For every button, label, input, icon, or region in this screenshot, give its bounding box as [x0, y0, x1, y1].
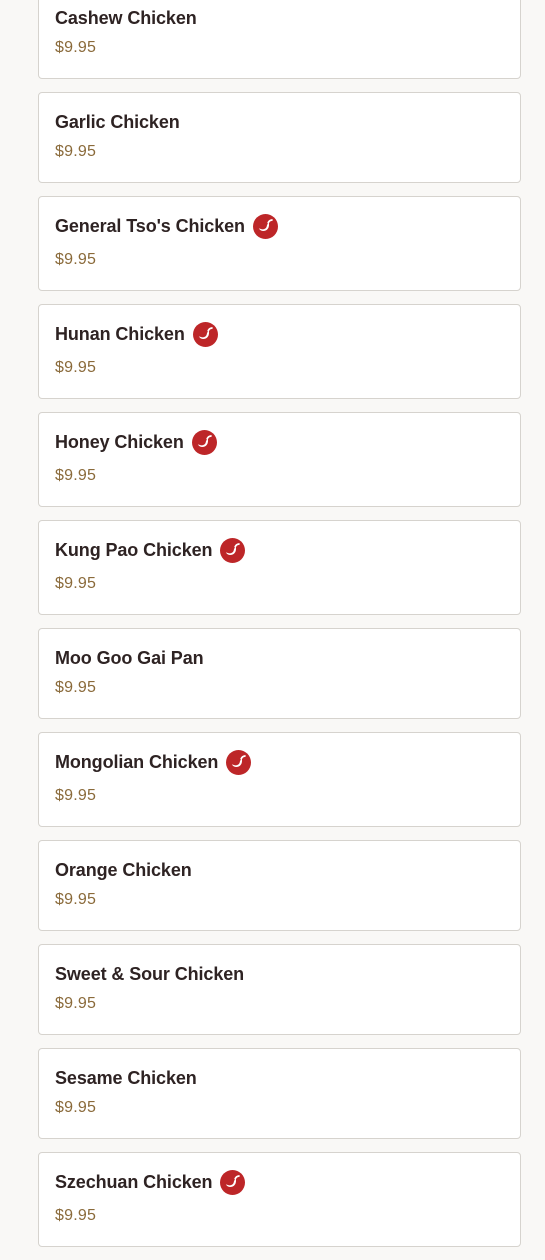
menu-item-card[interactable]: Moo Goo Gai Pan $9.95: [38, 628, 521, 719]
menu-item-header: Sweet & Sour Chicken: [55, 961, 504, 987]
menu-item-name: Sesame Chicken: [55, 1067, 197, 1088]
chili-pepper-icon: [192, 321, 218, 347]
menu-item-name: Moo Goo Gai Pan: [55, 647, 204, 668]
menu-item-header: Moo Goo Gai Pan: [55, 645, 504, 671]
chili-pepper-icon: [191, 429, 217, 455]
menu-item-price: $9.95: [55, 1099, 97, 1116]
menu-item-name: Cashew Chicken: [55, 7, 197, 28]
chili-pepper-icon: [220, 1169, 246, 1195]
chili-pepper-icon: [252, 213, 278, 239]
menu-item-header: Garlic Chicken: [55, 109, 504, 135]
menu-item-card[interactable]: General Tso's Chicken $9.95: [38, 196, 521, 291]
menu-item-card[interactable]: Garlic Chicken $9.95: [38, 92, 521, 183]
menu-item-header: Cashew Chicken: [55, 5, 504, 31]
menu-item-card[interactable]: Mongolian Chicken $9.95: [38, 732, 521, 827]
menu-item-card[interactable]: Hunan Chicken $9.95: [38, 304, 521, 399]
chili-pepper-icon: [220, 537, 246, 563]
menu-item-header: Szechuan Chicken: [55, 1169, 504, 1195]
menu-item-price: $9.95: [55, 143, 97, 160]
menu-item-header: Hunan Chicken: [55, 321, 504, 347]
chili-pepper-icon: [226, 749, 252, 775]
menu-item-header: Kung Pao Chicken: [55, 537, 504, 563]
menu-item-name: Orange Chicken: [55, 859, 192, 880]
menu-item-name: Hunan Chicken: [55, 323, 185, 344]
menu-item-header: Orange Chicken: [55, 857, 504, 883]
menu-item-price: $9.95: [55, 787, 97, 804]
menu-item-price: $9.95: [55, 891, 97, 908]
menu-item-card[interactable]: Cashew Chicken $9.95: [38, 0, 521, 79]
menu-item-price: $9.95: [55, 575, 97, 592]
menu-item-card[interactable]: Honey Chicken $9.95: [38, 412, 521, 507]
menu-item-name: Sweet & Sour Chicken: [55, 963, 245, 984]
menu-item-price: $9.95: [55, 995, 97, 1012]
menu-item-card[interactable]: Orange Chicken $9.95: [38, 840, 521, 931]
menu-item-name: Kung Pao Chicken: [55, 539, 213, 560]
menu-item-header: Mongolian Chicken: [55, 749, 504, 775]
menu-item-price: $9.95: [55, 39, 97, 56]
menu-item-card[interactable]: Sesame Chicken $9.95: [38, 1048, 521, 1139]
menu-item-name: Honey Chicken: [55, 431, 184, 452]
menu-item-header: General Tso's Chicken: [55, 213, 504, 239]
menu-item-header: Sesame Chicken: [55, 1065, 504, 1091]
menu-item-name: General Tso's Chicken: [55, 215, 245, 236]
menu-item-price: $9.95: [55, 467, 97, 484]
menu-item-name: Mongolian Chicken: [55, 751, 219, 772]
menu-item-header: Honey Chicken: [55, 429, 504, 455]
menu-item-list: Cashew Chicken $9.95 Garlic Chicken $9.9…: [38, 0, 521, 1260]
menu-item-card[interactable]: Kung Pao Chicken $9.95: [38, 520, 521, 615]
menu-item-price: $9.95: [55, 1207, 97, 1224]
menu-item-price: $9.95: [55, 359, 97, 376]
menu-item-name: Szechuan Chicken: [55, 1171, 213, 1192]
menu-item-name: Garlic Chicken: [55, 111, 180, 132]
menu-item-card[interactable]: Sweet & Sour Chicken $9.95: [38, 944, 521, 1035]
menu-item-price: $9.95: [55, 679, 97, 696]
menu-item-card[interactable]: Szechuan Chicken $9.95: [38, 1152, 521, 1247]
menu-item-price: $9.95: [55, 251, 97, 268]
